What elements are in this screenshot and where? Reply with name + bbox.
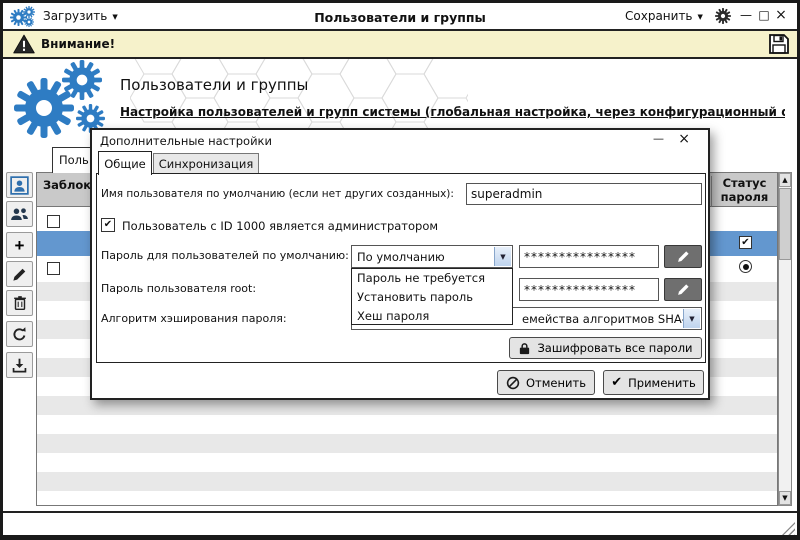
warning-icon	[13, 34, 35, 54]
dialog-general-panel: Имя пользователя по умолчанию (если нет …	[96, 173, 706, 363]
cancel-icon	[506, 376, 520, 390]
password-mode-dropdown: Пароль не требуется Установить пароль Хе…	[351, 268, 513, 325]
titlebar: Загрузить ▼ Пользователи и группы Сохран…	[3, 3, 797, 31]
warning-text: Внимание!	[41, 37, 116, 51]
page-subtitle: Настройка пользователей и групп системы …	[120, 105, 785, 119]
encrypt-all-label: Зашифровать все пароли	[537, 341, 693, 355]
download-icon	[11, 357, 28, 374]
load-label: Загрузить	[43, 9, 108, 23]
app-logo-gears-icon	[10, 6, 38, 28]
blocked-checkbox[interactable]	[47, 215, 60, 228]
encrypt-all-button[interactable]: Зашифровать все пароли	[509, 337, 702, 359]
password-status-checkbox[interactable]: ✔	[739, 236, 752, 249]
scrollbar-thumb[interactable]	[779, 188, 791, 260]
hash-algorithm-label: Алгоритм хэширования пароля:	[101, 312, 287, 325]
dropdown-option[interactable]: Пароль не требуется	[352, 269, 512, 288]
apply-check-icon: ✔	[611, 375, 623, 390]
dialog-tab-sync[interactable]: Синхронизация	[153, 153, 259, 174]
save-file-icon[interactable]	[768, 33, 790, 55]
save-menu-button[interactable]: Сохранить ▼	[625, 9, 703, 23]
tab-general-label: Общие	[104, 156, 146, 171]
groups-button[interactable]	[6, 201, 33, 227]
cancel-label: Отменить	[526, 375, 586, 390]
dialog-close-button[interactable]: ×	[678, 131, 690, 147]
default-user-label: Имя пользователя по умолчанию (если нет …	[101, 188, 454, 200]
edit-button[interactable]	[6, 261, 33, 287]
dialog-title: Дополнительные настройки	[100, 134, 272, 148]
chevron-down-icon: ▼	[697, 13, 703, 21]
blocked-checkbox[interactable]	[47, 262, 60, 275]
plus-icon: +	[14, 235, 25, 255]
apply-button[interactable]: ✔ Применить	[603, 370, 704, 395]
edit-default-password-button[interactable]	[664, 245, 702, 268]
lock-icon	[518, 342, 531, 355]
pencil-icon	[676, 249, 691, 264]
check-icon: ✔	[103, 219, 113, 230]
close-button[interactable]: ×	[773, 7, 789, 23]
refresh-button[interactable]	[6, 321, 33, 347]
delete-button[interactable]	[6, 290, 33, 316]
left-toolbar: +	[6, 172, 33, 382]
add-button[interactable]: +	[6, 232, 33, 258]
maximize-button[interactable]: □	[756, 7, 772, 23]
status-bar	[3, 511, 797, 537]
col-header-password-status[interactable]: Статус пароля	[711, 176, 777, 207]
default-password-input[interactable]	[519, 245, 659, 268]
chevron-down-icon[interactable]: ▼	[494, 247, 511, 266]
cancel-button[interactable]: Отменить	[497, 370, 595, 395]
load-menu-button[interactable]: Загрузить ▼	[43, 9, 118, 23]
hexagon-pattern	[130, 56, 468, 138]
root-password-input[interactable]	[519, 278, 659, 301]
default-password-label: Пароль для пользователей по умолчанию:	[101, 249, 349, 262]
user-properties-button[interactable]	[6, 172, 33, 198]
pencil-icon	[676, 282, 691, 297]
dialog-tab-general[interactable]: Общие	[98, 151, 152, 175]
settings-dialog: Дополнительные настройки — × Общие Синхр…	[90, 128, 710, 400]
download-button[interactable]	[6, 352, 33, 378]
save-label: Сохранить	[625, 9, 693, 23]
dropdown-option[interactable]: Хеш пароля	[352, 307, 512, 326]
scroll-down-icon[interactable]: ▼	[779, 491, 791, 505]
trash-icon	[11, 294, 29, 312]
admin-id-checkbox[interactable]: ✔	[101, 218, 115, 232]
password-status-radio[interactable]	[739, 260, 752, 273]
tab-sync-label: Синхронизация	[158, 156, 254, 171]
pencil-icon	[11, 266, 28, 283]
edit-root-password-button[interactable]	[664, 278, 702, 301]
selected-option-label: емейства алгоритмов SHA-	[522, 312, 686, 326]
apply-label: Применить	[628, 375, 696, 390]
warning-banner: Внимание!	[3, 31, 797, 59]
dialog-titlebar: Дополнительные настройки — ×	[92, 130, 708, 151]
admin-id-label: Пользователь с ID 1000 является админист…	[122, 219, 439, 233]
dialog-minimize-button[interactable]: —	[653, 132, 664, 145]
app-window: Пользователи и группы Настройка пользова…	[0, 0, 800, 540]
resize-grip[interactable]	[782, 522, 795, 535]
chevron-down-icon[interactable]: ▼	[683, 309, 700, 328]
default-user-input[interactable]	[466, 183, 702, 205]
selected-option-label: По умолчанию	[357, 250, 445, 264]
page-title: Пользователи и группы	[120, 76, 309, 94]
default-password-mode-select[interactable]: По умолчанию ▼	[351, 245, 513, 268]
refresh-icon	[11, 326, 28, 343]
chevron-down-icon: ▼	[112, 13, 118, 21]
minimize-button[interactable]: —	[738, 7, 754, 23]
dropdown-option[interactable]: Установить пароль	[352, 288, 512, 307]
scroll-up-icon[interactable]: ▲	[779, 173, 791, 187]
tab-users-label: Поль	[59, 153, 89, 167]
check-icon: ✔	[741, 236, 750, 248]
settings-gear-icon[interactable]	[715, 8, 731, 24]
table-scrollbar[interactable]: ▲ ▼	[778, 172, 792, 506]
col-header-blocked[interactable]: Заблок	[43, 178, 91, 192]
root-password-label: Пароль пользователя root:	[101, 282, 257, 295]
